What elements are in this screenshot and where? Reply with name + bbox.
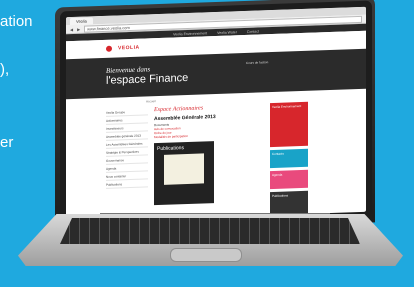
publication-cover-image[interactable] xyxy=(164,153,204,185)
main-column: Espace Actionnaires Assemblée Générale 2… xyxy=(154,103,264,222)
trackpad xyxy=(170,248,242,262)
brand-name[interactable]: VEOLIA xyxy=(118,45,140,52)
top-nav-item[interactable]: Veolia Water xyxy=(217,30,237,35)
hero-side-text: Cours de l'action xyxy=(246,60,269,65)
top-nav-item[interactable]: Contact xyxy=(247,29,259,33)
publications-title: Publications xyxy=(157,145,184,153)
keyboard xyxy=(60,218,360,244)
laptop: Veolia ◀ ▶ www.finance.veolia.com Veolia… xyxy=(0,0,414,287)
veolia-logo-icon[interactable] xyxy=(106,45,112,52)
right-column: Veolia Environnement Contacts Agenda Pub… xyxy=(270,101,308,219)
promo-box-red[interactable]: Veolia Environnement xyxy=(270,101,308,148)
page-content: Veolia Groupe Actionnaires Investisseurs… xyxy=(66,96,366,222)
laptop-screen: Veolia ◀ ▶ www.finance.veolia.com Veolia… xyxy=(66,6,366,223)
promo-box-pink[interactable]: Agenda xyxy=(270,169,308,190)
publications-block[interactable]: Publications xyxy=(154,141,214,206)
top-nav-item[interactable]: Veolia Environnement xyxy=(173,31,207,36)
hero-title: l'espace Finance xyxy=(106,71,189,87)
left-nav: Veolia Groupe Actionnaires Investisseurs… xyxy=(106,107,148,222)
promo-box-cyan[interactable]: Contacts xyxy=(270,148,308,169)
back-icon[interactable]: ◀ xyxy=(70,26,73,31)
browser-tab[interactable]: Veolia xyxy=(70,16,93,25)
left-nav-item[interactable]: Publications xyxy=(106,179,148,189)
forward-icon[interactable]: ▶ xyxy=(77,26,80,31)
page-title: Espace Actionnaires xyxy=(154,105,204,114)
